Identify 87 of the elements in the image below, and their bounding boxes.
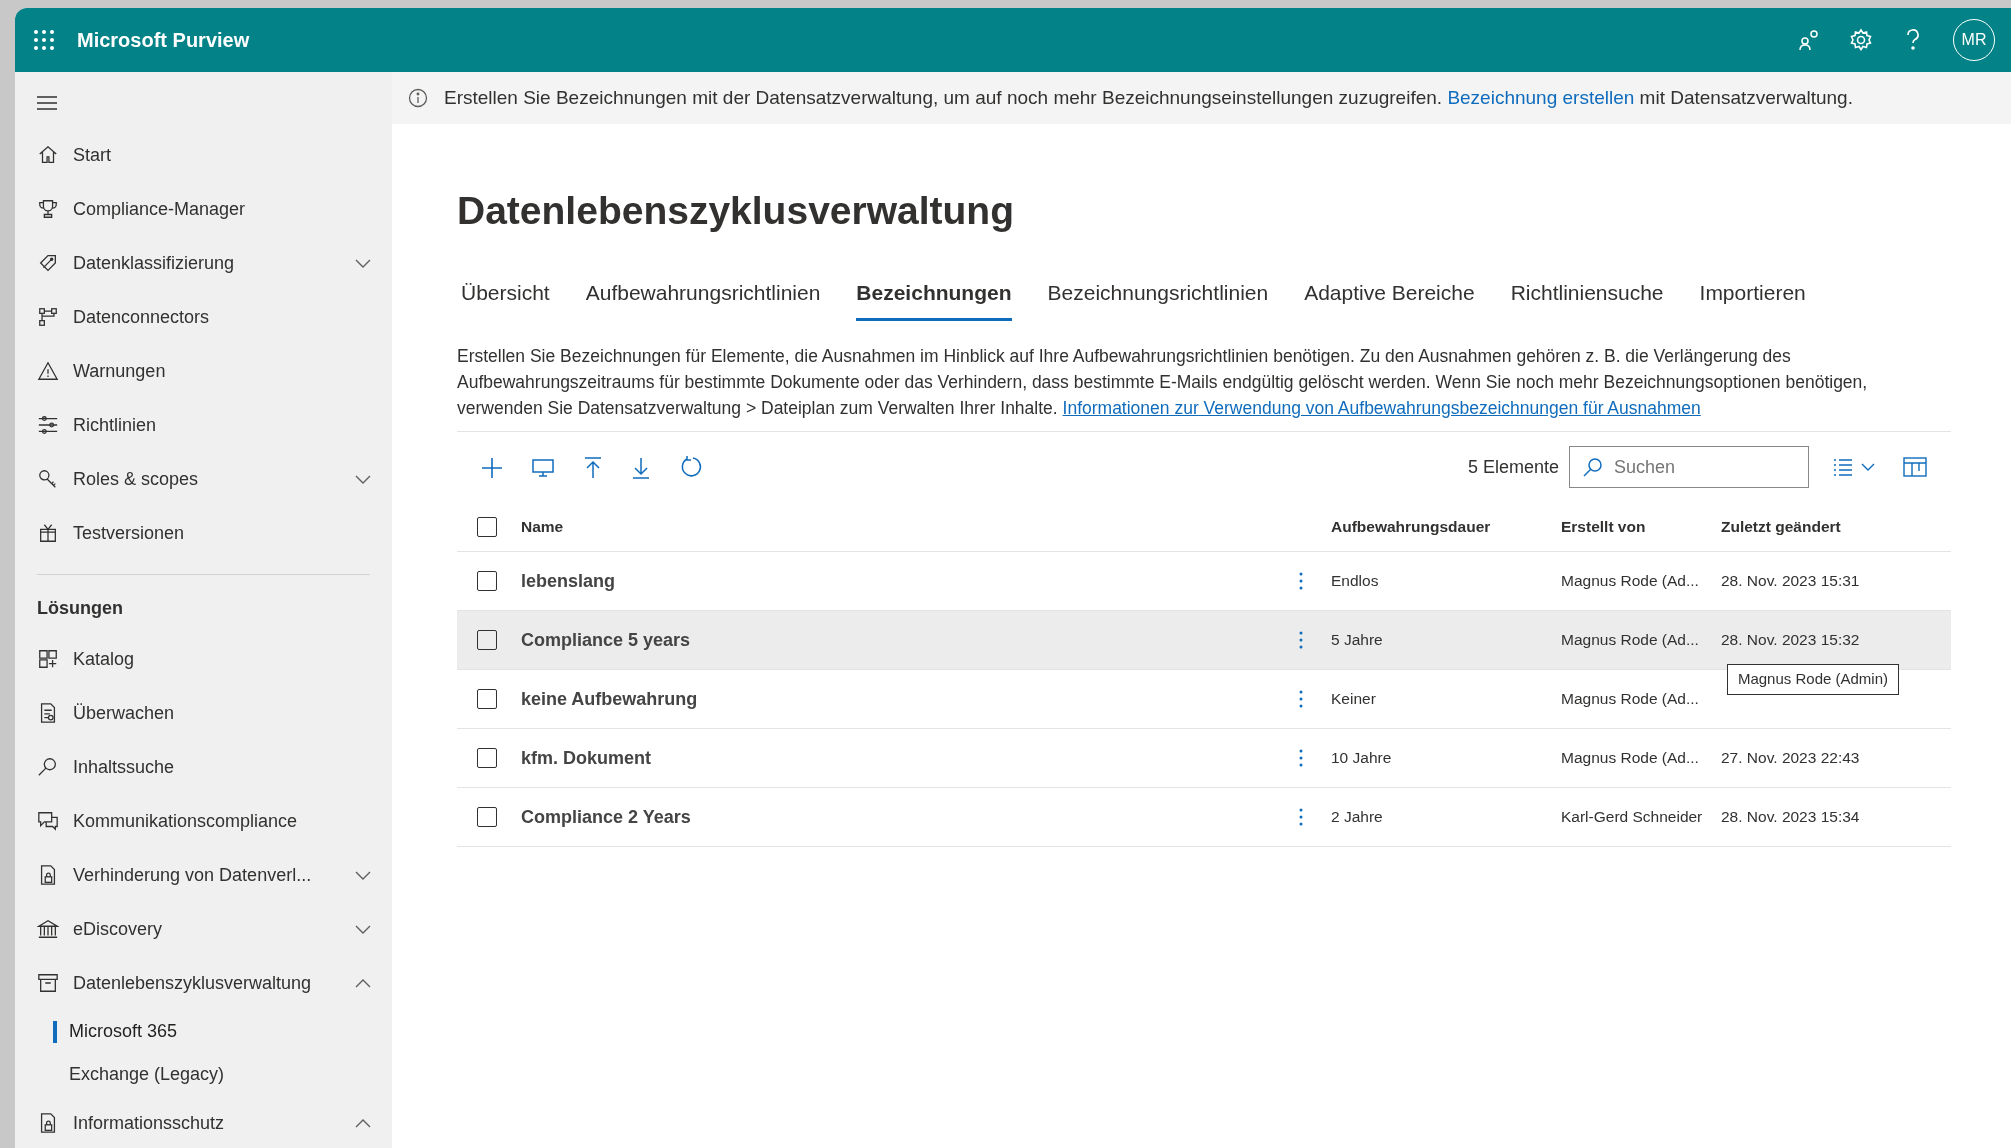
nav-item[interactable]: eDiscovery xyxy=(15,902,392,956)
gift-icon xyxy=(37,522,59,544)
description-text: Erstellen Sie Bezeichnungen für Elemente, die Ausnahmen im Hinblick auf Ihre Aufbewahrungsrichtlinien benötigen. Zu den Ausnahmen gehören z. B. die Verlängerung des Aufbewahrungszeitraums für bestimmte Dokumente oder das Verhindern, dass bestimmte E-Mails endgültig gelöscht werden. Wenn Sie noch mehr Bezeichnungsoptionen benötigen, verwenden Sie Datensatzverwaltung > Dateiplan zum Verwalten Ihrer Inhalte. Informationen zur Verwendung von Aufbewahrungsbezeichnungen für Ausnahmen xyxy=(457,343,1951,432)
warning-icon xyxy=(37,360,59,382)
table-cell-text: Compliance 5 years xyxy=(521,628,692,652)
tab[interactable]: Importieren xyxy=(1699,270,1806,321)
settings-icon[interactable] xyxy=(1849,28,1873,52)
nav-item[interactable]: Richtlinien xyxy=(15,398,392,452)
tab[interactable]: Aufbewahrungsrichtlinien xyxy=(585,270,821,321)
info-link[interactable]: Informationen zur Verwendung von Aufbewahrungsbezeichnungen für Ausnahmen xyxy=(1062,398,1701,418)
tooltip: Magnus Rode (Admin) xyxy=(1726,664,1899,695)
table-cell-text: 2 Jahre xyxy=(1331,807,1384,828)
info-message: Erstellen Sie Bezeichnungen mit der Datensatzverwaltung, um auf noch mehr Bezeichnungseinstellungen zuzugreifen. Bezeichnung erstellen mit Datensatzverwaltung. xyxy=(444,85,1853,110)
tab[interactable]: Übersicht xyxy=(461,270,550,321)
table-cell-text: Endlos xyxy=(1331,571,1380,592)
nav-item[interactable]: Datenklassifizierung xyxy=(15,236,392,290)
row-checkbox[interactable] xyxy=(477,571,497,591)
table-cell-text: 28. Nov. 2023 15:32 xyxy=(1721,630,1861,651)
tab[interactable]: Richtliniensuche xyxy=(1510,270,1664,321)
nav-item[interactable]: Roles & scopes xyxy=(15,452,392,506)
tab[interactable]: Adaptive Bereiche xyxy=(1304,270,1475,321)
table-cell-text: Magnus Rode (Ad... xyxy=(1561,630,1700,651)
section-heading: Lösungen xyxy=(36,597,124,620)
app-title: Microsoft Purview xyxy=(77,28,250,53)
table-row[interactable]: Compliance 5 years 5 Jahre Magnus Rode (Ad... 28. Nov. 2023 15:32 xyxy=(457,611,1951,670)
chat-icon xyxy=(37,810,59,832)
home-icon xyxy=(37,144,59,166)
grid-icon xyxy=(37,648,59,670)
nav-item[interactable]: Datenconnectors xyxy=(15,290,392,344)
column-header[interactable]: Zuletzt geändert xyxy=(1721,514,1951,539)
table-cell-text: Compliance 2 Years xyxy=(521,805,692,829)
search-icon xyxy=(37,756,59,778)
nav-subitem[interactable]: Exchange (Legacy) xyxy=(69,1061,225,1088)
nav-item[interactable]: Katalog xyxy=(15,632,392,686)
menu-icon[interactable] xyxy=(37,95,57,110)
list-view-icon[interactable] xyxy=(1833,458,1853,476)
row-checkbox[interactable] xyxy=(477,807,497,827)
nav-item[interactable]: Informationsschutz xyxy=(15,1096,392,1148)
nav-subitem[interactable]: Microsoft 365 xyxy=(69,1018,178,1045)
column-header[interactable]: Erstellt von xyxy=(1561,514,1721,539)
table-cell-text: 5 Jahre xyxy=(1331,630,1384,651)
tab[interactable]: Bezeichnungsrichtlinien xyxy=(1047,270,1269,321)
tag-icon xyxy=(37,252,59,274)
table-cell-text: Magnus Rode (Ad... xyxy=(1561,748,1700,769)
column-header[interactable]: Name xyxy=(521,514,1271,539)
table-cell-text: Keiner xyxy=(1331,689,1377,710)
nav-item[interactable]: Inhaltssuche xyxy=(15,740,392,794)
tab[interactable]: Bezeichnungen xyxy=(856,270,1012,321)
archive-icon xyxy=(37,972,59,994)
info-icon xyxy=(408,88,428,108)
item-count: 5 Elemente xyxy=(1467,455,1559,479)
app-launcher-icon[interactable] xyxy=(33,29,55,51)
search-icon xyxy=(1583,457,1603,477)
help-icon[interactable] xyxy=(1906,29,1920,51)
sliders-icon xyxy=(37,414,59,436)
table-cell-text: keine Aufbewahrung xyxy=(521,687,699,711)
row-checkbox[interactable] xyxy=(477,689,497,709)
create-label-link[interactable]: Bezeichnung erstellen xyxy=(1447,86,1635,108)
table-cell-text: 28. Nov. 2023 15:34 xyxy=(1721,807,1861,828)
key-icon xyxy=(37,468,59,490)
page-title: Datenlebenszyklusverwaltung xyxy=(457,188,1015,234)
search-field[interactable]: Suchen xyxy=(1569,446,1809,488)
nav-item[interactable]: Compliance-Manager xyxy=(15,182,392,236)
nav-item[interactable]: Warnungen xyxy=(15,344,392,398)
table-cell-text: kfm. Dokument xyxy=(521,746,653,770)
table-cell-text: Magnus Rode (Ad... xyxy=(1561,571,1700,592)
nav-item[interactable]: Kommunikationscompliance xyxy=(15,794,392,848)
row-checkbox[interactable] xyxy=(477,630,497,650)
nav-item[interactable]: Testversionen xyxy=(15,506,392,560)
trophy-icon xyxy=(37,198,59,220)
bank-icon xyxy=(37,918,59,940)
table-cell-text: 27. Nov. 2023 22:43 xyxy=(1721,748,1861,769)
chevron-down-icon[interactable] xyxy=(1861,462,1875,472)
nav-item[interactable]: Überwachen xyxy=(15,686,392,740)
connector-icon xyxy=(37,306,59,328)
people-icon[interactable] xyxy=(1798,29,1820,51)
table-cell-text: lebenslang xyxy=(521,569,617,593)
table-cell-text: Magnus Rode (Ad... xyxy=(1561,689,1700,710)
nav-item[interactable]: Datenlebenszyklusverwaltung xyxy=(15,956,392,1010)
nav-item[interactable]: Verhinderung von Datenverl... xyxy=(15,848,392,902)
column-header[interactable]: Aufbewahrungsdauer xyxy=(1331,514,1561,539)
table-cell-text: 28. Nov. 2023 15:31 xyxy=(1721,571,1861,592)
select-all-checkbox[interactable] xyxy=(477,516,497,537)
table-cell-text: Karl-Gerd Schneider xyxy=(1561,807,1704,828)
row-checkbox[interactable] xyxy=(477,748,497,768)
nav-item[interactable]: Start xyxy=(15,128,392,182)
table-cell-text: 10 Jahre xyxy=(1331,748,1393,769)
